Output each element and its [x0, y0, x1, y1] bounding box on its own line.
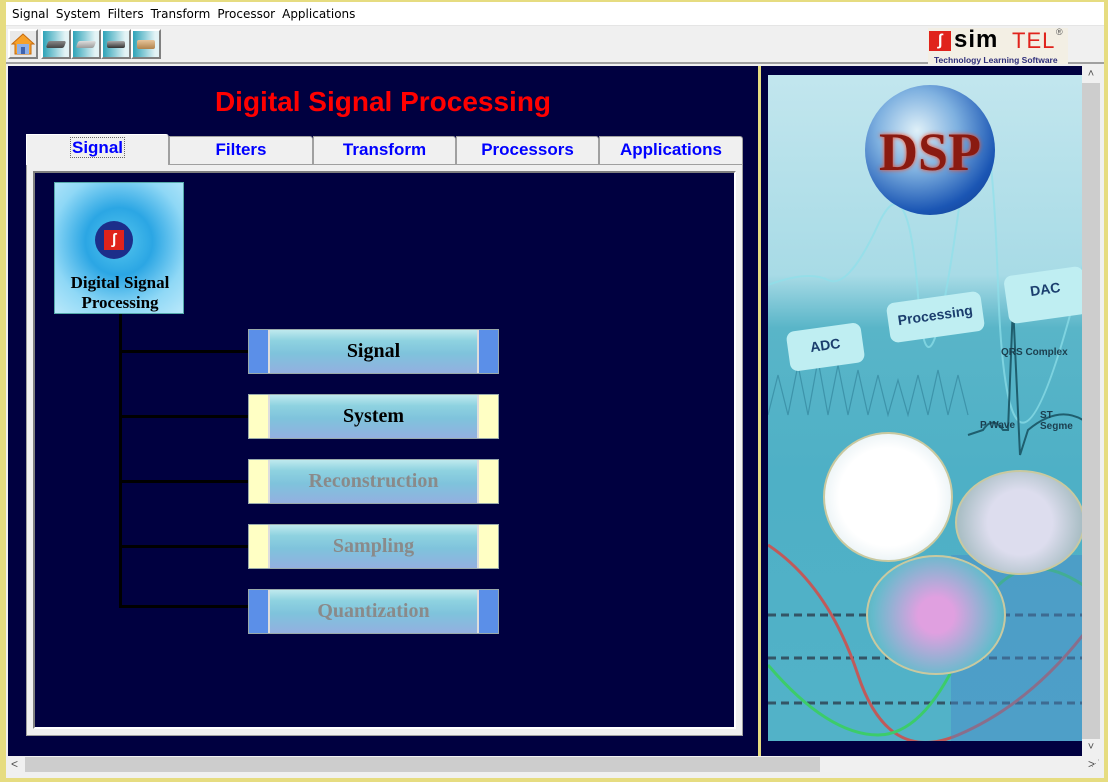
device-icon [107, 40, 125, 48]
device-icon [45, 40, 67, 48]
scroll-down-icon[interactable]: ˅ [1082, 739, 1100, 756]
node-cap-left [249, 590, 268, 633]
dsp-root-label-line1: Digital Signal [70, 273, 170, 292]
node-reconstruction[interactable]: Reconstruction [248, 459, 499, 504]
node-sampling[interactable]: Sampling [248, 524, 499, 569]
dsp-globe: DSP [865, 85, 995, 215]
node-body: System [268, 395, 479, 438]
node-cap-right [479, 590, 498, 633]
node-body: Reconstruction [268, 460, 479, 503]
dsp-illustration: DSP ADC Processing DAC QRS Complex ST Se… [768, 75, 1083, 741]
tab-applications[interactable]: Applications [599, 136, 743, 164]
device-icon [75, 40, 97, 48]
menu-transform[interactable]: Transform [151, 7, 211, 21]
tree-branch-line [119, 605, 250, 608]
app-window: Signal System Filters Transform Processo… [6, 2, 1104, 778]
page-title: Digital Signal Processing [214, 86, 552, 117]
toolbar-button-4[interactable] [131, 29, 161, 59]
ecg-label-p: P Wave [980, 420, 1016, 431]
toolbar-button-1[interactable] [41, 29, 71, 59]
toolbar-button-3[interactable] [101, 29, 131, 59]
logo-tagline: Technology Learning Software [934, 55, 1058, 65]
horizontal-scrollbar[interactable]: < > [6, 756, 1095, 773]
node-quantization[interactable]: Quantization [248, 589, 499, 634]
node-label: Quantization [317, 600, 430, 622]
node-cap-left [249, 395, 268, 438]
tab-transform[interactable]: Transform [313, 136, 456, 164]
tree-branch-line [119, 480, 250, 483]
tab-label: Signal [69, 137, 126, 158]
node-body: Quantization [268, 590, 479, 633]
logo-registered: ® [1056, 27, 1063, 37]
dsp-emblem: ʃ [95, 221, 133, 259]
photo-industrial [866, 555, 1006, 675]
node-body: Signal [268, 330, 479, 373]
node-cap-right [479, 460, 498, 503]
flow-dac: DAC [1003, 265, 1083, 325]
node-label: Sampling [332, 535, 415, 557]
device-icon [137, 39, 155, 49]
vertical-scroll-thumb[interactable] [1082, 83, 1100, 689]
dsp-root-label: Digital Signal Processing [55, 273, 185, 313]
menu-bar: Signal System Filters Transform Processo… [6, 2, 1104, 26]
resize-grip-icon[interactable]: ⋰ [1084, 758, 1100, 774]
toolbar: ʃ sim TEL ® Technology Learning Software [6, 26, 1104, 65]
main-panel: Digital Signal Processing Signal Filters… [8, 66, 758, 756]
node-cap-left [249, 525, 268, 568]
ecg-label-qrs: QRS Complex [1001, 347, 1068, 358]
node-cap-right [479, 330, 498, 373]
tab-label: Transform [342, 140, 427, 159]
dsp-root-label-line2: Processing [81, 293, 159, 312]
menu-processor[interactable]: Processor [217, 7, 275, 21]
menu-filters[interactable]: Filters [108, 7, 144, 21]
logo-brand-bold: sim [954, 26, 999, 53]
tree-branch-line [119, 350, 250, 353]
side-panel: DSP ADC Processing DAC QRS Complex ST Se… [761, 66, 1083, 756]
menu-signal[interactable]: Signal [12, 7, 49, 21]
node-signal[interactable]: Signal [248, 329, 499, 374]
node-label: Reconstruction [308, 470, 439, 492]
tab-label: Processors [481, 140, 574, 159]
tab-processors[interactable]: Processors [456, 136, 599, 164]
scroll-up-icon[interactable]: ˄ [1082, 66, 1100, 83]
home-icon [11, 33, 35, 55]
simtel-mark-icon: ʃ [104, 230, 124, 250]
node-cap-right [479, 525, 498, 568]
globe-text: DSP [878, 122, 981, 182]
node-body: Sampling [268, 525, 479, 568]
node-cap-left [249, 460, 268, 503]
simtel-logo: ʃ sim TEL ® Technology Learning Software [928, 26, 1068, 65]
simtel-mark-icon: ʃ [929, 31, 951, 51]
node-label: Signal [346, 340, 401, 362]
photo-computer-camera [823, 432, 953, 562]
logo-brand-light: TEL [1012, 28, 1056, 53]
horizontal-scroll-thumb[interactable] [25, 757, 820, 772]
tab-label: Filters [215, 140, 267, 159]
node-cap-right [479, 395, 498, 438]
tab-filters[interactable]: Filters [169, 136, 313, 164]
photo-tablet [955, 470, 1083, 575]
toolbar-button-2[interactable] [71, 29, 101, 59]
tree-trunk-line [119, 314, 122, 608]
node-system[interactable]: System [248, 394, 499, 439]
home-button[interactable] [8, 29, 38, 59]
menu-applications[interactable]: Applications [282, 7, 355, 21]
menu-system[interactable]: System [56, 7, 101, 21]
node-label: System [342, 405, 405, 427]
scroll-left-icon[interactable]: < [6, 756, 23, 773]
dsp-root-card[interactable]: ʃ Digital Signal Processing [54, 182, 184, 314]
tree-branch-line [119, 545, 250, 548]
vertical-scrollbar[interactable]: ˄ ˅ [1082, 66, 1100, 756]
node-cap-left [249, 330, 268, 373]
tab-signal[interactable]: Signal [26, 134, 169, 165]
tab-strip: Signal Filters Transform Processors Appl… [26, 134, 743, 165]
tab-label: Applications [619, 140, 722, 159]
tree-branch-line [119, 415, 250, 418]
ecg-label-st: ST Segme [1040, 410, 1073, 432]
